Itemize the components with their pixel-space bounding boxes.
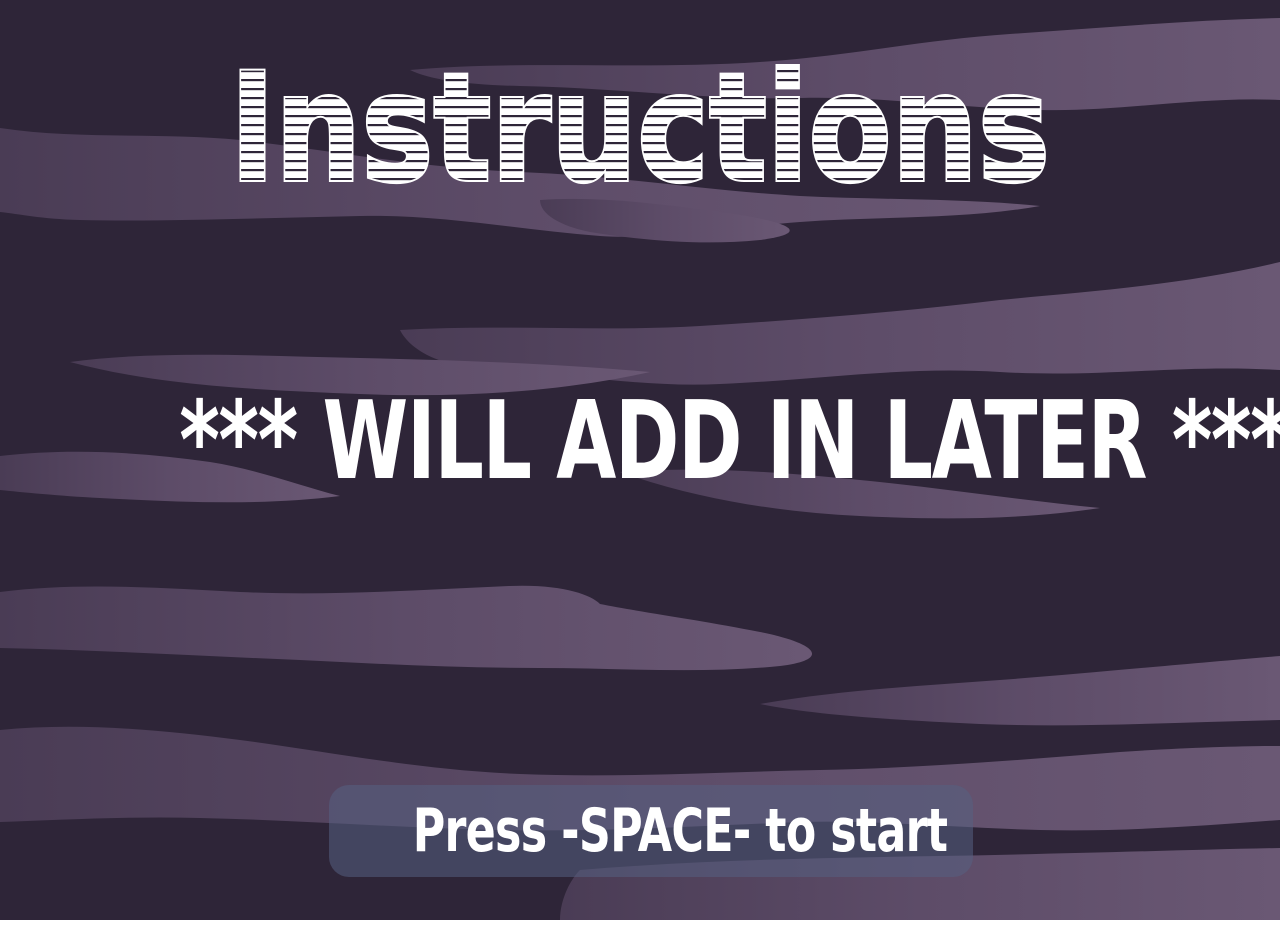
bottom-border (0, 920, 1280, 925)
wave-band-8 (0, 585, 813, 671)
start-prompt-text: Press -SPACE- to start (412, 796, 948, 866)
page-title: Instructions (230, 42, 1050, 216)
start-prompt-panel: Press -SPACE- to start (329, 785, 973, 877)
instructions-screen: Instructions *** WILL ADD IN LATER *** P… (0, 0, 1280, 920)
title-area: Instructions (0, 38, 1280, 218)
placeholder-message: *** WILL ADD IN LATER *** (179, 379, 1280, 504)
wave-band-9 (760, 656, 1280, 726)
title-graphic: Instructions (228, 40, 1052, 218)
